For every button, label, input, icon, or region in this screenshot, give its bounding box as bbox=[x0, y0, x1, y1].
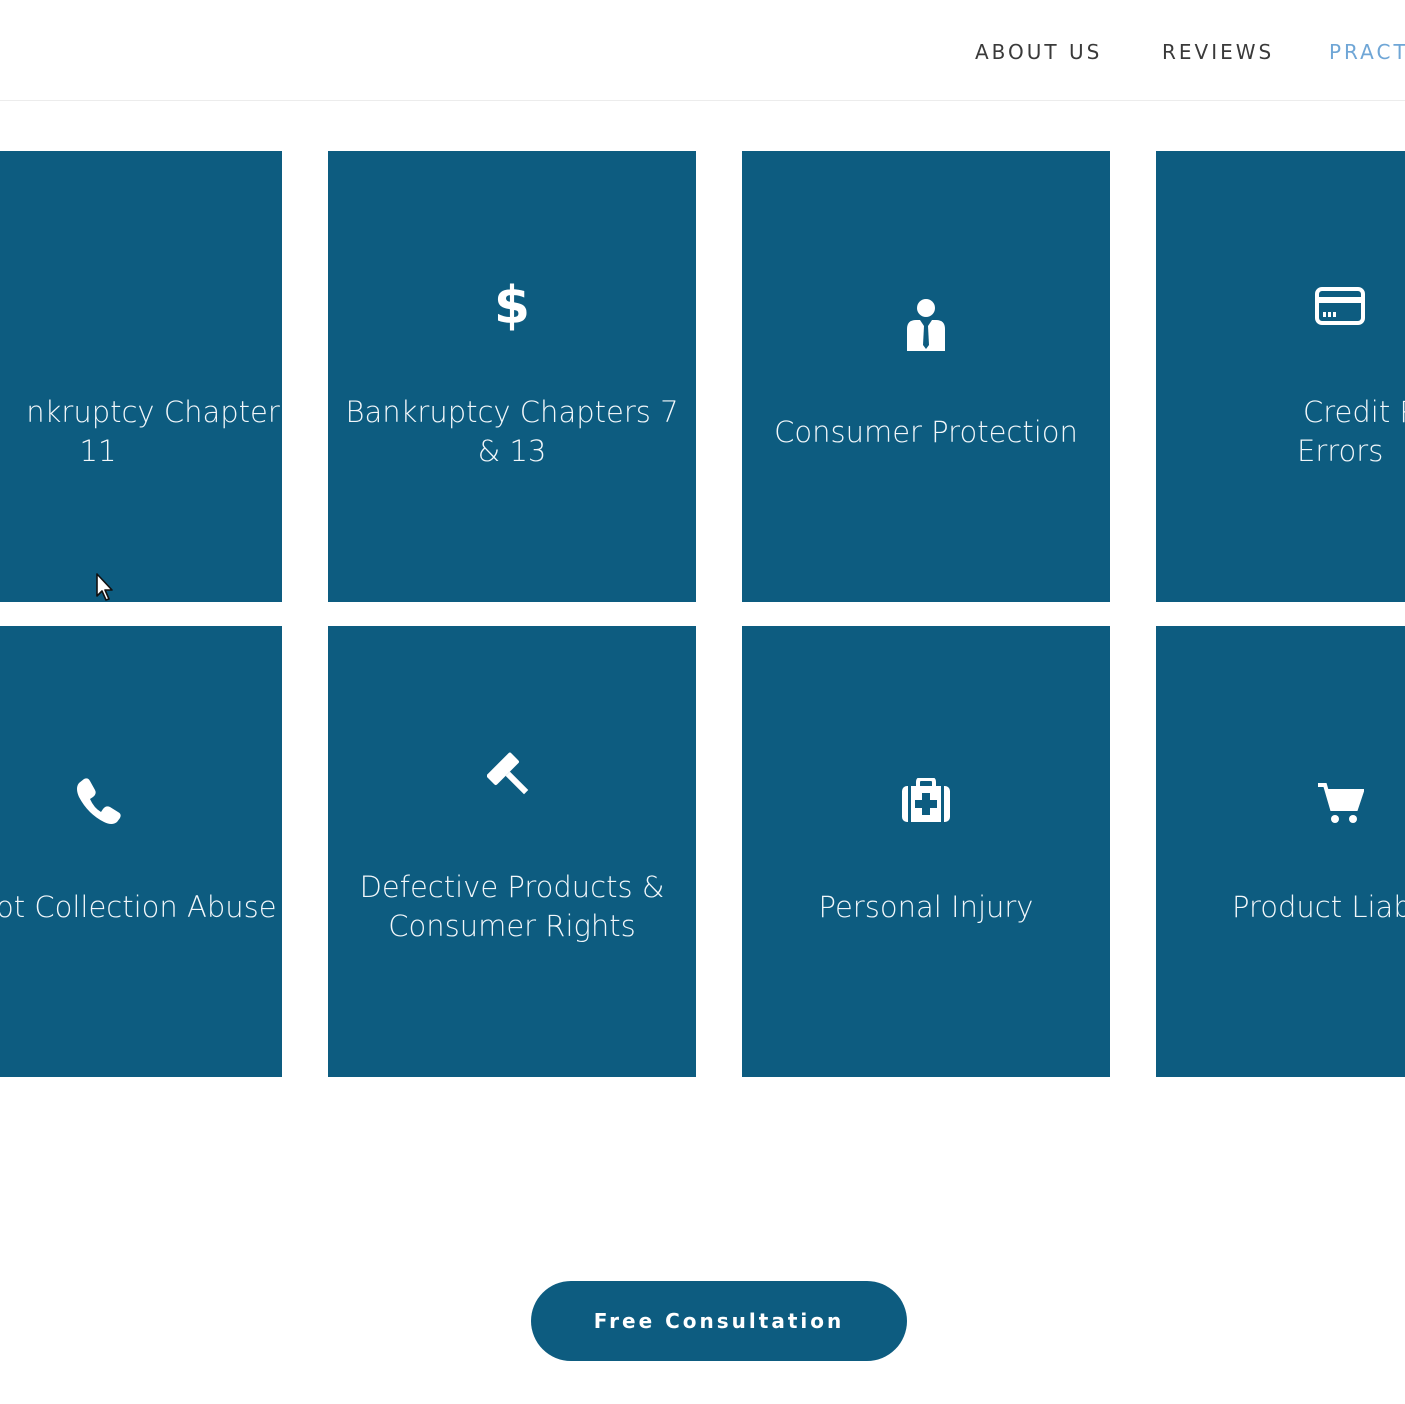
card-label: Credit Report Errors bbox=[1297, 395, 1405, 468]
gavel-icon bbox=[328, 748, 696, 808]
mouse-cursor-icon bbox=[96, 573, 113, 601]
free-consultation-button[interactable]: Free Consultation bbox=[531, 1281, 907, 1361]
page: ABOUT US REVIEWS PRACT $ nkruptcy Chapte… bbox=[0, 0, 1405, 1404]
card-label: nkruptcy Chapter 11 bbox=[26, 395, 280, 468]
card-debt-collection-abuse[interactable]: ot Collection Abuse bbox=[0, 626, 282, 1077]
dollar-icon: $ bbox=[493, 276, 531, 336]
shopping-cart-icon bbox=[1306, 773, 1374, 833]
card-label: Product Liab bbox=[1232, 890, 1405, 924]
card-bankruptcy-chapter-11[interactable]: $ nkruptcy Chapter 11 bbox=[0, 151, 282, 602]
card-label: Consumer Protection bbox=[774, 415, 1078, 449]
card-credit-report-errors[interactable]: Credit Report Errors bbox=[1156, 151, 1405, 602]
card-label: Bankruptcy Chapters 7 & 13 bbox=[345, 395, 679, 468]
card-label: Personal Injury bbox=[818, 890, 1034, 924]
card-consumer-protection[interactable]: Consumer Protection bbox=[742, 151, 1110, 602]
businessman-icon bbox=[742, 295, 1110, 355]
card-personal-injury[interactable]: Personal Injury bbox=[742, 626, 1110, 1077]
card-defective-products[interactable]: Defective Products & Consumer Rights bbox=[328, 626, 696, 1077]
medical-kit-icon bbox=[742, 771, 1110, 831]
nav-reviews[interactable]: REVIEWS bbox=[1162, 40, 1274, 64]
card-product-liability[interactable]: Product Liab bbox=[1156, 626, 1405, 1077]
card-bankruptcy-chapters-7-13[interactable]: $ Bankruptcy Chapters 7 & 13 bbox=[328, 151, 696, 602]
nav-practice-areas[interactable]: PRACT bbox=[1329, 40, 1405, 64]
credit-card-icon bbox=[1306, 276, 1374, 336]
card-label: ot Collection Abuse bbox=[0, 890, 277, 924]
card-label: Defective Products & Consumer Rights bbox=[359, 870, 665, 943]
nav-about-us[interactable]: ABOUT US bbox=[975, 40, 1102, 64]
phone-icon bbox=[0, 771, 282, 831]
site-header: ABOUT US REVIEWS PRACT bbox=[0, 0, 1405, 101]
